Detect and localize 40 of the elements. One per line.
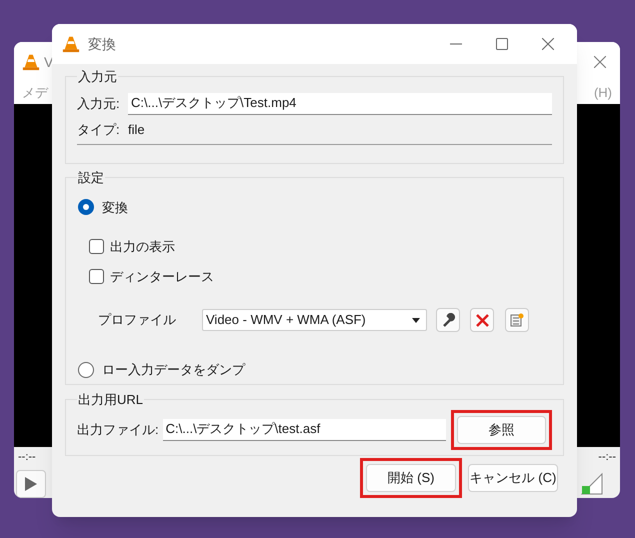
traffic-cone-icon (62, 35, 80, 53)
checkbox-label: 出力の表示 (110, 238, 175, 256)
profile-label: プロファイル (98, 311, 177, 330)
output-field[interactable]: C:\...\デスクトップ\test.asf (162, 418, 446, 440)
play-icon (25, 476, 37, 490)
delete-profile-button[interactable] (470, 308, 494, 332)
time-label: --:-- (598, 450, 616, 465)
field-label: 入力元: (77, 94, 121, 113)
dialog-button[interactable]: 開始 (S) (366, 464, 456, 492)
type-value: file (128, 120, 145, 138)
checkbox[interactable] (89, 239, 104, 254)
traffic-cone-icon (22, 53, 40, 71)
group-title: 出力用URL (77, 391, 144, 409)
dialog-button[interactable]: キャンセル (C) (468, 464, 558, 492)
source-field[interactable]: C:\...\デスクトップ\Test.mp4 (128, 92, 552, 114)
checkbox-label: ディンターレース (110, 268, 214, 286)
new-profile-button[interactable] (505, 308, 529, 332)
group-title: 設定 (77, 169, 105, 187)
window-title: 変換 (88, 34, 116, 54)
radio-button[interactable] (78, 199, 94, 216)
caret-icon (412, 318, 420, 322)
checkbox[interactable] (89, 268, 104, 284)
field-label: タイプ: (77, 120, 121, 138)
time-label: --:-- (18, 450, 36, 465)
close-icon[interactable] (594, 56, 606, 68)
radio-button[interactable] (78, 362, 94, 378)
play-button[interactable] (16, 470, 46, 498)
radio-label: ロー入力データをダンプ (102, 361, 245, 379)
field-label: 出力ファイル: (77, 420, 159, 439)
delete-icon (476, 314, 488, 326)
close-icon[interactable] (542, 38, 554, 50)
wrench-icon (441, 313, 455, 327)
list-icon (510, 313, 524, 327)
edit-profile-button[interactable] (436, 308, 460, 332)
radio-label: 変換 (102, 198, 128, 216)
volume-icon[interactable] (580, 472, 604, 496)
maximize-icon[interactable] (496, 38, 508, 50)
browse-button[interactable]: 参照 (457, 416, 546, 444)
group-title: 入力元 (77, 68, 118, 86)
profile-dropdown[interactable]: Video - WMV + WMA (ASF) (202, 309, 427, 331)
